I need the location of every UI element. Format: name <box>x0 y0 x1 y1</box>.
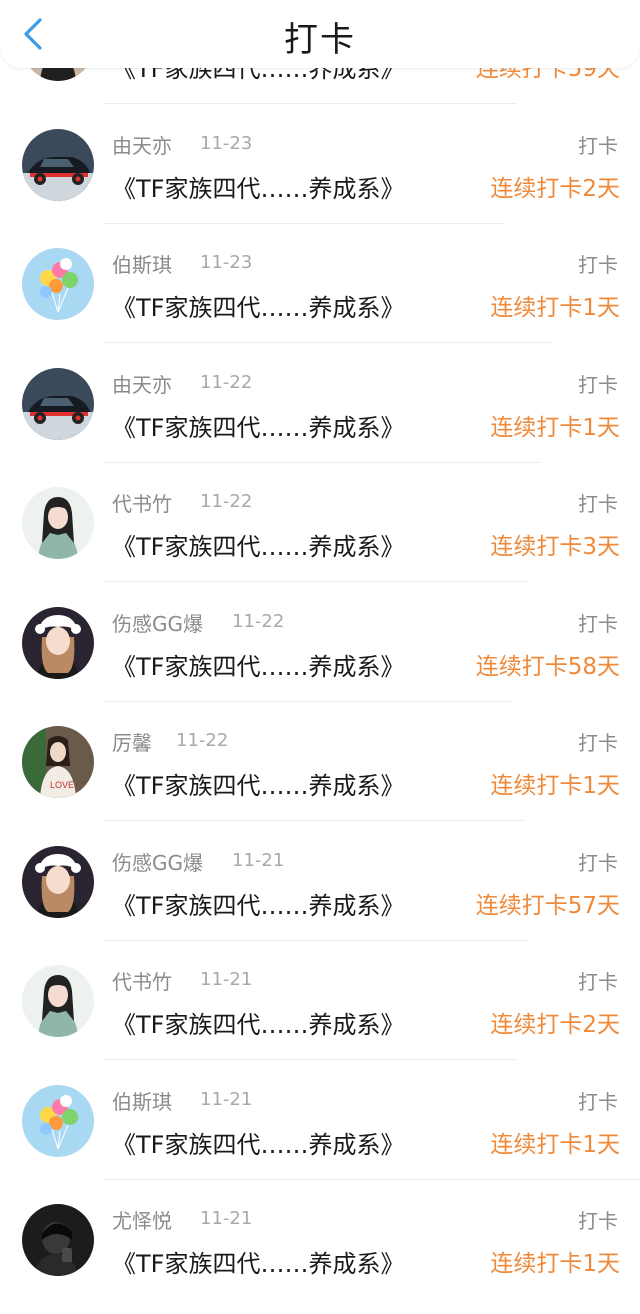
streak-count: 连续打卡1天 <box>490 295 620 321</box>
streak-count: 连续打卡3天 <box>490 534 620 560</box>
page-title: 打卡 <box>284 20 356 60</box>
book-title[interactable]: 《TF家族四代……养成系》 <box>112 1125 404 1160</box>
book-title[interactable]: 《TF家族四代……养成系》 <box>112 766 404 801</box>
book-title[interactable]: 《TF家族四代……养成系》 <box>112 1244 404 1279</box>
checkin-tag: 打卡 <box>578 850 618 875</box>
streak-count: 连续打卡57天 <box>475 892 620 919</box>
streak-count: 连续打卡2天 <box>490 1012 620 1038</box>
book-title[interactable]: 《TF家族四代……养成系》 <box>112 527 404 562</box>
checkin-date: 11-21 <box>200 1208 253 1229</box>
username[interactable]: 伯斯琪 <box>112 249 172 278</box>
checkin-date: 11-21 <box>200 1088 253 1110</box>
checkin-date: 11-22 <box>200 491 253 512</box>
streak-count: 连续打卡1天 <box>490 1251 620 1277</box>
checkin-tag: 打卡 <box>578 372 618 397</box>
list-item[interactable]: 伤感GG爆 11-22 打卡《TF家族四代……养成系》 连续打卡58天 <box>0 583 640 703</box>
checkin-date: 11-21 <box>232 849 285 871</box>
avatar[interactable] <box>22 487 94 559</box>
checkin-tag: 打卡 <box>578 970 618 994</box>
username[interactable]: 伤感GG爆 <box>112 608 203 637</box>
checkin-tag: 打卡 <box>578 492 618 516</box>
checkin-date: 11-23 <box>200 132 253 154</box>
avatar[interactable] <box>22 367 94 440</box>
list-item[interactable]: 代书竹 11-22 打卡《TF家族四代……养成系》 连续打卡3天 <box>0 463 640 583</box>
username[interactable]: 代书竹 <box>112 488 172 517</box>
streak-count: 连续打卡1天 <box>490 773 620 799</box>
username[interactable]: 厉馨 <box>112 727 152 756</box>
username[interactable]: 由天亦 <box>112 130 172 159</box>
checkin-date: 11-22 <box>176 730 229 751</box>
username[interactable]: 代书竹 <box>112 966 172 995</box>
book-title[interactable]: 《TF家族四代……养成系》 <box>112 1005 404 1040</box>
book-title[interactable]: 《TF家族四代……养成系》 <box>112 288 404 323</box>
list-item[interactable]: 伯斯琪 11-21 打卡《TF家族四代……养成系》 连续打卡1天 <box>0 1061 640 1181</box>
checkin-tag: 打卡 <box>578 1209 618 1233</box>
list-item[interactable]: 代书竹 11-21 打卡《TF家族四代……养成系》 连续打卡2天 <box>0 941 640 1061</box>
username[interactable]: 伤感GG爆 <box>112 847 203 876</box>
avatar[interactable] <box>22 1204 94 1276</box>
list-item[interactable]: 伯斯琪 11-23 打卡《TF家族四代……养成系》 连续打卡1天 <box>0 224 640 344</box>
streak-count: 连续打卡58天 <box>475 653 620 680</box>
checkin-date: 11-23 <box>200 252 253 273</box>
checkin-date: 11-21 <box>200 969 253 990</box>
username[interactable]: 由天亦 <box>112 369 172 398</box>
checkin-list: 《TF家族四代……养成系》 连续打卡59天 由天亦 11-23 打卡 《TF家族四代……养… <box>0 0 640 1314</box>
avatar[interactable] <box>22 965 94 1037</box>
avatar[interactable] <box>22 845 94 918</box>
list-item[interactable]: 伤感GG爆 11-21 打卡《TF家族四代……养成系》 连续打卡57天 <box>0 822 640 942</box>
checkin-date: 11-22 <box>232 610 285 632</box>
checkin-tag: 打卡 <box>578 611 618 636</box>
checkin-date: 11-22 <box>200 371 253 393</box>
avatar[interactable] <box>22 606 94 679</box>
streak-count: 连续打卡1天 <box>490 414 620 441</box>
checkin-tag: 打卡 <box>578 133 618 158</box>
top-bar: 打卡 <box>0 0 640 68</box>
book-title[interactable]: 《TF家族四代……养成系》 <box>112 886 404 921</box>
streak-count: 连续打卡1天 <box>490 1131 620 1158</box>
avatar[interactable] <box>22 1084 94 1157</box>
book-title[interactable]: 《TF家族四代……养成系》 <box>112 647 404 682</box>
username[interactable]: 伯斯琪 <box>112 1086 172 1115</box>
avatar[interactable]: LOVE <box>22 726 94 798</box>
checkin-tag: 打卡 <box>578 1089 618 1114</box>
list-item[interactable]: 由天亦 11-22 打卡《TF家族四代……养成系》 连续打卡1天 <box>0 344 640 464</box>
list-item[interactable]: 尤怿悦 11-21 打卡《TF家族四代……养成系》 连续打卡1天 <box>0 1180 640 1300</box>
book-title[interactable]: 《TF家族四代……养成系》 <box>112 408 404 443</box>
username[interactable]: 尤怿悦 <box>112 1205 172 1234</box>
checkin-tag: 打卡 <box>578 253 618 277</box>
avatar[interactable] <box>22 248 94 320</box>
book-title[interactable]: 《TF家族四代……养成系》 <box>112 169 404 204</box>
streak-count: 连续打卡2天 <box>490 175 620 202</box>
list-item[interactable]: LOVE 厉馨 11-22 打卡《TF家族四代……养成系》 连续打卡1天 <box>0 702 640 822</box>
list-item[interactable]: 由天亦 11-23 打卡《TF家族四代……养成系》 连续打卡2天 <box>0 105 640 225</box>
checkin-tag: 打卡 <box>578 731 618 755</box>
svg-text:LOVE: LOVE <box>50 780 74 790</box>
avatar[interactable] <box>22 128 94 201</box>
